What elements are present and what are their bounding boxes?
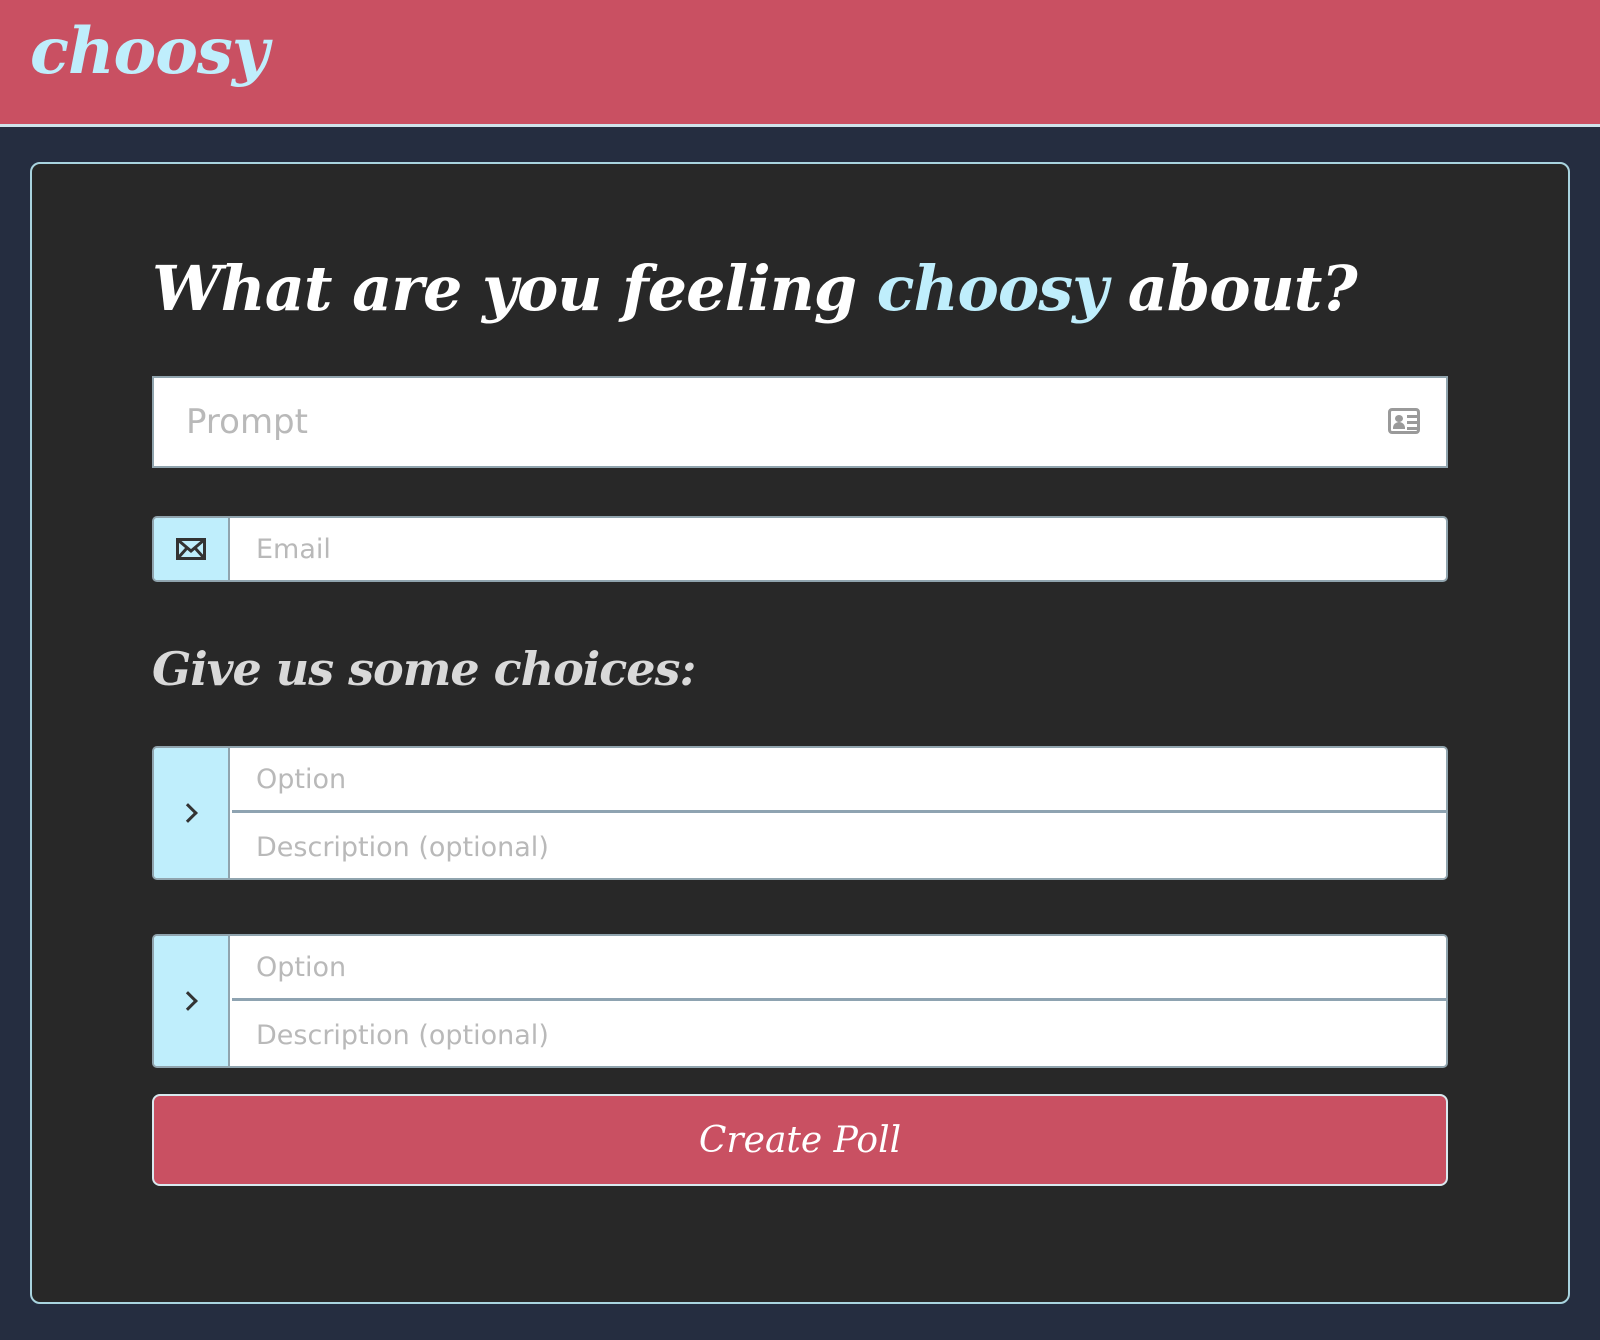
create-poll-button[interactable]: Create Poll xyxy=(152,1094,1448,1186)
choice-group-1 xyxy=(152,746,1448,880)
email-field-wrapper xyxy=(152,516,1448,582)
title-suffix: about? xyxy=(1107,252,1358,325)
description-input[interactable] xyxy=(232,815,1446,878)
choice-addon xyxy=(154,936,230,1066)
choice-group-2 xyxy=(152,934,1448,1068)
prompt-field-wrapper xyxy=(152,376,1448,468)
top-bar: choosy xyxy=(0,0,1600,127)
option-input[interactable] xyxy=(232,936,1446,1001)
page-title: What are you feeling choosy about? xyxy=(152,252,1358,325)
chevron-right-icon xyxy=(178,803,198,823)
brand-logo[interactable]: choosy xyxy=(30,14,269,89)
envelope-icon xyxy=(176,538,206,560)
email-input[interactable] xyxy=(232,518,1446,580)
option-input[interactable] xyxy=(232,748,1446,813)
description-input[interactable] xyxy=(232,1003,1446,1066)
prompt-input[interactable] xyxy=(154,378,1446,466)
choice-addon xyxy=(154,748,230,878)
choices-heading: Give us some choices: xyxy=(152,642,696,696)
title-accent: choosy xyxy=(876,252,1108,325)
email-addon xyxy=(154,518,230,580)
title-prefix: What are you feeling xyxy=(152,252,877,325)
contact-card-icon xyxy=(1388,408,1420,434)
poll-form-card: What are you feeling choosy about? Give … xyxy=(30,162,1570,1304)
chevron-right-icon xyxy=(178,991,198,1011)
